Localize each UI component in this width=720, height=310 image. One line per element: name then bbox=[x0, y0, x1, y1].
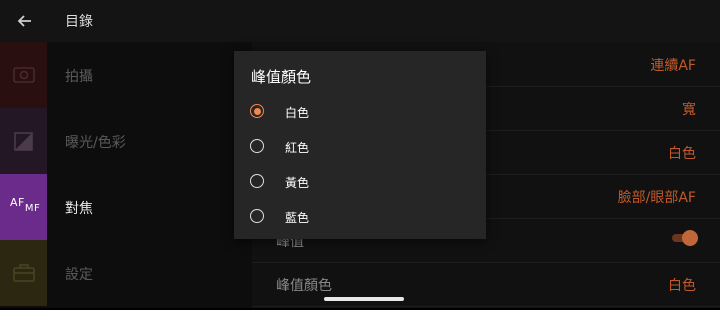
row-value: 寬 bbox=[682, 102, 696, 118]
sidebar-item-label: 設定 bbox=[65, 267, 93, 283]
option-label: 白色 bbox=[285, 106, 310, 120]
camera-icon bbox=[0, 42, 47, 108]
option-label: 紅色 bbox=[285, 141, 310, 155]
radio-icon[interactable] bbox=[250, 139, 264, 153]
af-mf-icon: AFMF bbox=[0, 174, 47, 240]
row-label: 峰值顏色 bbox=[276, 278, 332, 294]
row-value: 白色 bbox=[668, 146, 696, 162]
radio-icon[interactable] bbox=[250, 174, 264, 188]
sidebar-item-label: 拍攝 bbox=[65, 69, 93, 85]
option-white[interactable]: 白色 bbox=[234, 95, 486, 129]
sidebar-item-focus[interactable]: AFMF 對焦 bbox=[0, 174, 252, 240]
sidebar-item-shooting[interactable]: 拍攝 bbox=[0, 42, 252, 108]
row-value: 臉部/眼部AF bbox=[617, 190, 696, 206]
toolbox-icon bbox=[0, 240, 47, 306]
mf-text: MF bbox=[24, 203, 41, 214]
home-indicator[interactable] bbox=[324, 297, 404, 301]
option-red[interactable]: 紅色 bbox=[234, 130, 486, 164]
row-value: 白色 bbox=[668, 278, 696, 294]
sidebar-item-label: 曝光/色彩 bbox=[65, 135, 126, 151]
peaking-toggle[interactable] bbox=[672, 230, 698, 246]
sidebar: 拍攝 曝光/色彩 AFMF 對焦 設定 bbox=[0, 42, 252, 308]
dialog-title: 峰值顏色 bbox=[251, 68, 312, 86]
row-value: 連續AF bbox=[650, 58, 696, 74]
radio-icon[interactable] bbox=[250, 209, 264, 223]
sidebar-item-label: 對焦 bbox=[65, 201, 93, 217]
radio-selected-icon[interactable] bbox=[250, 104, 264, 118]
sidebar-item-settings[interactable]: 設定 bbox=[0, 240, 252, 306]
arrow-left-icon[interactable] bbox=[14, 10, 36, 32]
sidebar-item-exposure[interactable]: 曝光/色彩 bbox=[0, 108, 252, 174]
option-label: 黃色 bbox=[285, 176, 310, 190]
option-yellow[interactable]: 黃色 bbox=[234, 165, 486, 199]
peaking-color-dialog: 峰值顏色 白色 紅色 黃色 藍色 bbox=[234, 51, 486, 239]
settings-row-peaking-color[interactable]: 峰值顏色 白色 bbox=[252, 262, 720, 307]
option-label: 藍色 bbox=[285, 211, 310, 225]
exposure-icon bbox=[0, 108, 47, 174]
top-bar: 目錄 bbox=[0, 0, 720, 42]
option-blue[interactable]: 藍色 bbox=[234, 200, 486, 234]
page-title: 目錄 bbox=[65, 14, 93, 30]
af-text: AF bbox=[10, 196, 25, 209]
